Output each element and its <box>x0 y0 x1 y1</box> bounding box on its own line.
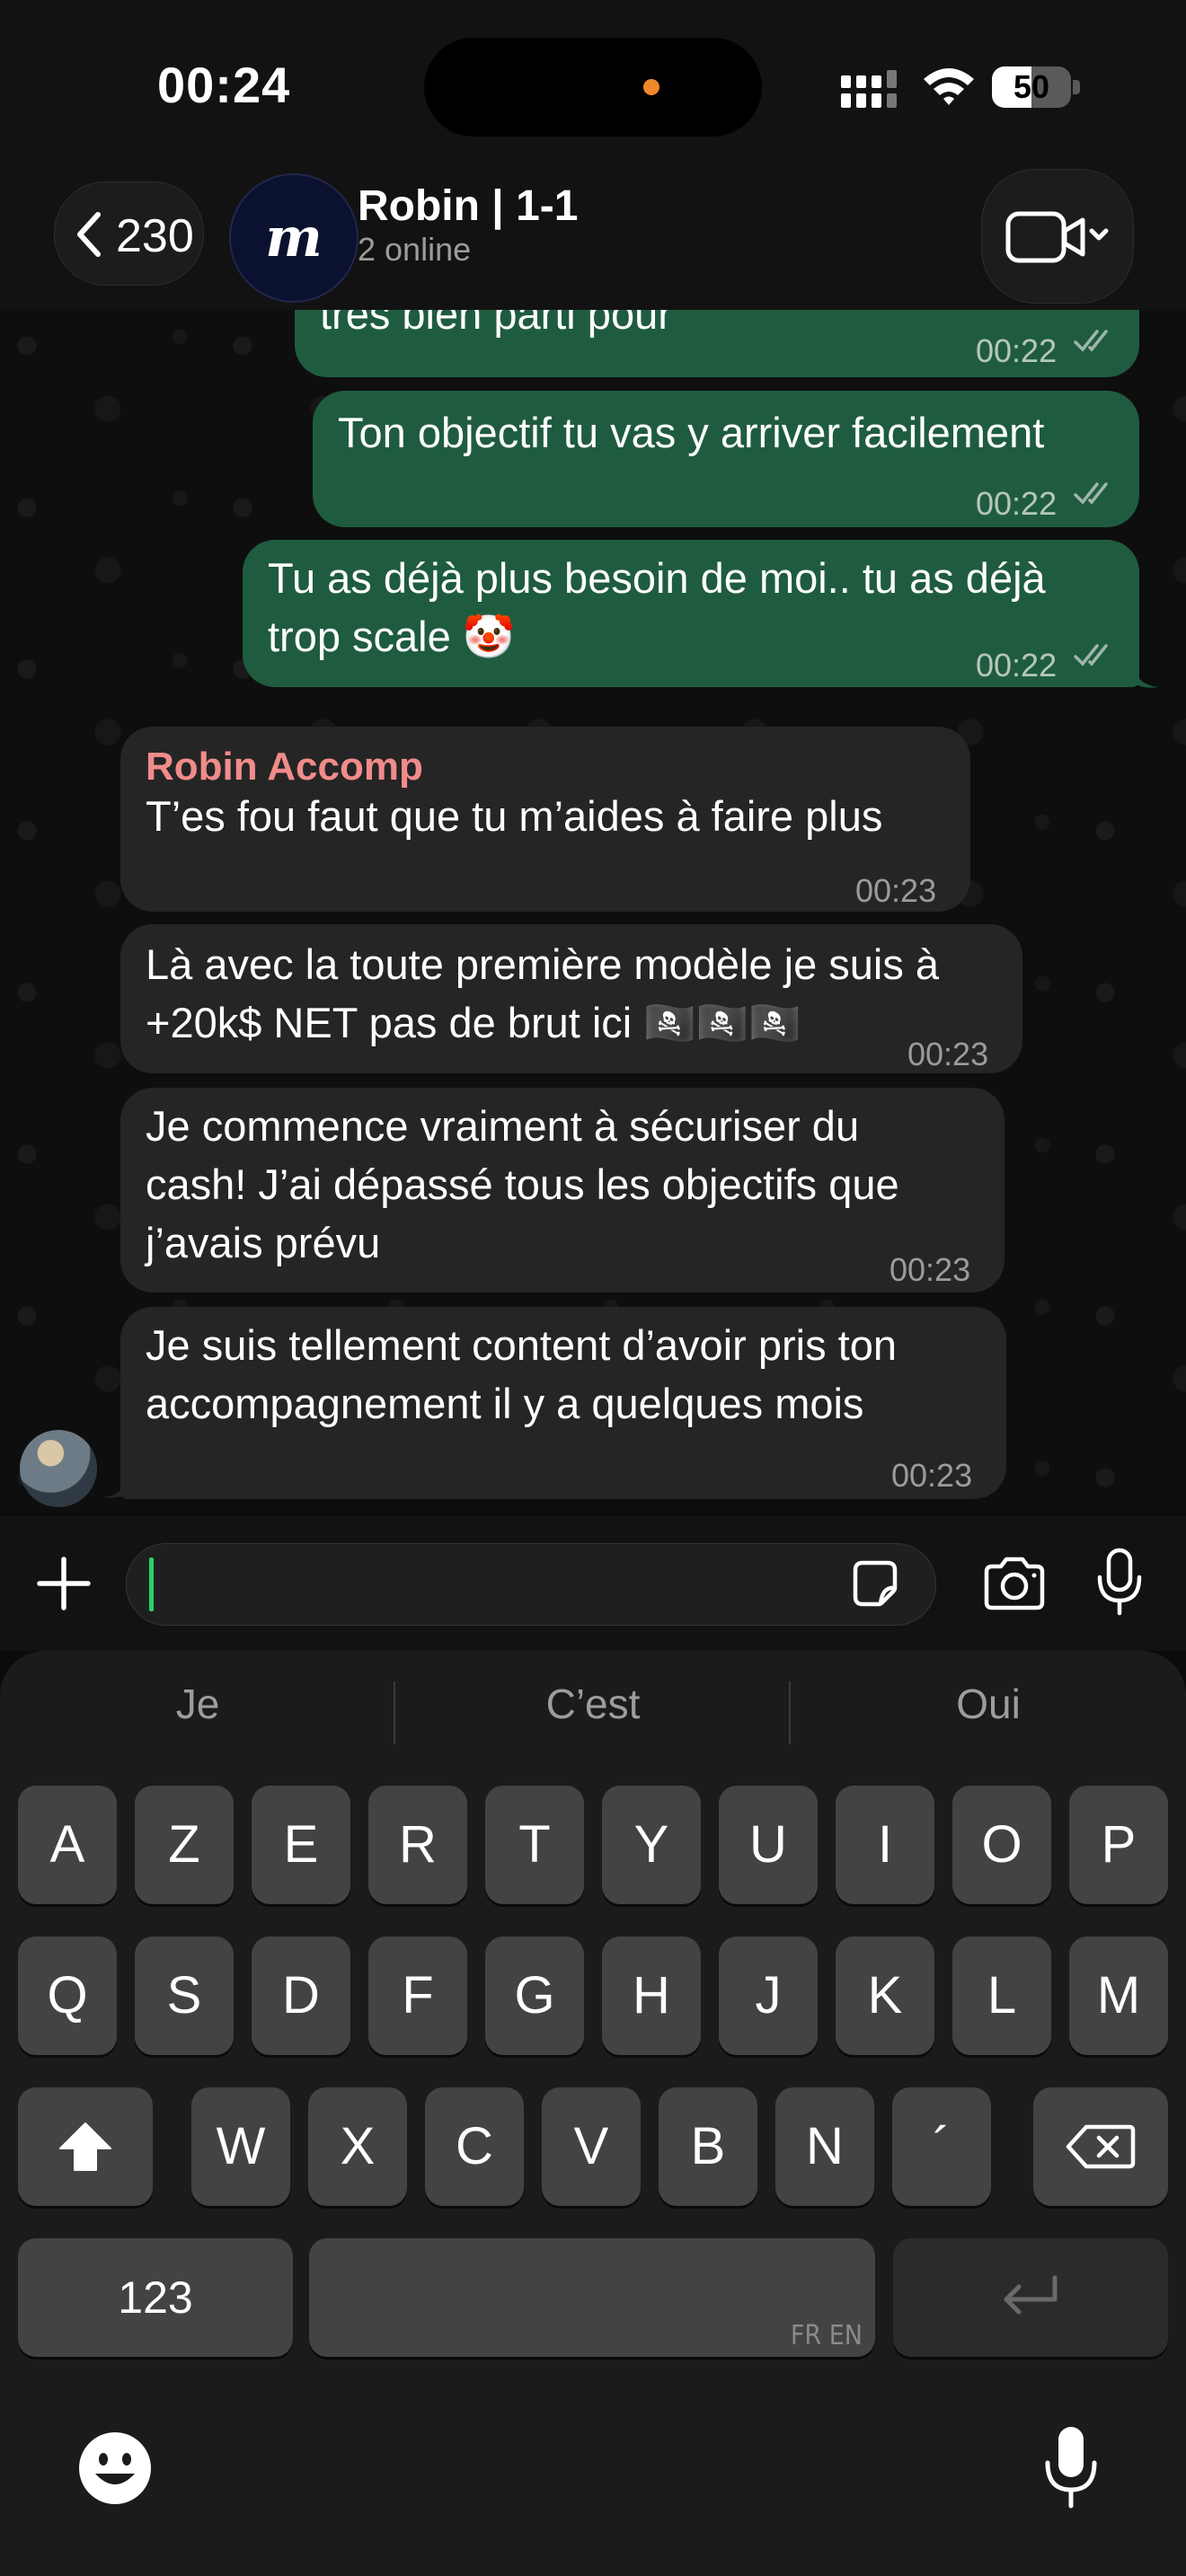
key-u[interactable]: U <box>719 1786 818 1904</box>
shift-key[interactable] <box>18 2087 153 2206</box>
numbers-key[interactable]: 123 <box>18 2238 293 2357</box>
battery-indicator: 50 <box>992 66 1071 108</box>
shift-icon <box>59 2122 111 2171</box>
message-time: 00:23 <box>907 1036 989 1072</box>
emoji-icon[interactable] <box>77 2430 153 2506</box>
message-text: Là avec la toute première modèle je suis… <box>146 940 940 1046</box>
message-text: Je commence vraiment à sécuriser du cash… <box>146 1102 899 1266</box>
key-x[interactable]: X <box>308 2087 407 2206</box>
message-time: 00:23 <box>891 1457 973 1494</box>
wifi-icon <box>924 68 974 105</box>
return-key[interactable] <box>893 2238 1168 2357</box>
chat-title[interactable]: Robin | 1-1 <box>358 181 578 231</box>
incoming-message[interactable]: Je suis tellement content d’avoir pris t… <box>120 1307 1006 1499</box>
key-z[interactable]: Z <box>135 1786 234 1904</box>
outgoing-message[interactable]: très bien parti pour 00:22 <box>295 310 1139 377</box>
key-t[interactable]: T <box>485 1786 584 1904</box>
key-accent[interactable]: ´ <box>892 2087 991 2206</box>
bubble-tail <box>102 1478 128 1498</box>
back-button[interactable]: 230 <box>54 181 204 286</box>
suggestion-3[interactable]: Oui <box>791 1680 1186 1728</box>
suggestion-1[interactable]: Je <box>0 1680 395 1728</box>
bubble-tail <box>1134 667 1159 688</box>
camera-in-use-indicator <box>643 79 659 95</box>
message-text: Je suis tellement content d’avoir pris t… <box>146 1321 897 1427</box>
read-receipt-icon <box>1074 644 1108 666</box>
key-i[interactable]: I <box>836 1786 934 1904</box>
key-c[interactable]: C <box>425 2087 524 2206</box>
outgoing-message[interactable]: Ton objectif tu vas y arriver facilement… <box>313 391 1139 527</box>
message-time: 00:22 <box>976 485 1058 522</box>
space-key[interactable]: FR EN <box>309 2238 875 2357</box>
sender-avatar[interactable] <box>20 1430 97 1507</box>
camera-icon[interactable] <box>981 1554 1048 1613</box>
message-text: très bien parti pour <box>320 310 672 338</box>
key-b[interactable]: B <box>659 2087 757 2206</box>
key-f[interactable]: F <box>368 1936 467 2055</box>
sticker-icon[interactable] <box>848 1557 902 1611</box>
keyboard-languages: FR EN <box>790 2320 863 2351</box>
key-m[interactable]: M <box>1069 1936 1168 2055</box>
suggestion-2[interactable]: C’est <box>395 1680 791 1728</box>
incoming-message[interactable]: Robin Accomp T’es fou faut que tu m’aide… <box>120 727 970 912</box>
key-y[interactable]: Y <box>602 1786 701 1904</box>
key-a[interactable]: A <box>18 1786 117 1904</box>
incoming-message[interactable]: Là avec la toute première modèle je suis… <box>120 924 1022 1073</box>
microphone-icon[interactable] <box>1094 1547 1145 1619</box>
key-e[interactable]: E <box>252 1786 350 1904</box>
key-d[interactable]: D <box>252 1936 350 2055</box>
text-cursor <box>149 1557 154 1611</box>
return-icon <box>1004 2275 1058 2315</box>
key-p[interactable]: P <box>1069 1786 1168 1904</box>
cellular-signal-icon <box>841 70 897 108</box>
outgoing-message[interactable]: Tu as déjà plus besoin de moi.. tu as dé… <box>243 540 1139 687</box>
unread-count: 230 <box>116 210 194 262</box>
read-receipt-icon <box>1074 482 1108 505</box>
message-text: Ton objectif tu vas y arriver facilement <box>338 409 1045 456</box>
key-o[interactable]: O <box>952 1786 1051 1904</box>
dictation-icon[interactable] <box>1042 2423 1100 2513</box>
key-l[interactable]: L <box>952 1936 1051 2055</box>
key-g[interactable]: G <box>485 1936 584 2055</box>
key-w[interactable]: W <box>191 2087 290 2206</box>
key-r[interactable]: R <box>368 1786 467 1904</box>
key-q[interactable]: Q <box>18 1936 117 2055</box>
plus-icon[interactable] <box>34 1554 93 1613</box>
battery-level-text: 50 <box>1013 68 1050 105</box>
message-time: 00:23 <box>855 872 937 909</box>
message-time: 00:23 <box>890 1251 971 1288</box>
key-j[interactable]: J <box>719 1936 818 2055</box>
chat-subtitle: 2 online <box>358 231 472 268</box>
video-call-button[interactable] <box>981 169 1134 304</box>
backspace-icon <box>1066 2124 1136 2169</box>
chevron-left-icon <box>77 212 101 257</box>
chat-messages-area[interactable]: très bien parti pour 00:22 Ton objectif … <box>0 310 1186 1513</box>
battery-tip <box>1073 80 1080 94</box>
message-input[interactable] <box>126 1543 936 1626</box>
message-time: 00:22 <box>976 332 1058 369</box>
key-n[interactable]: N <box>775 2087 874 2206</box>
key-k[interactable]: K <box>836 1936 934 2055</box>
message-text: Tu as déjà plus besoin de moi.. tu as dé… <box>268 554 1046 660</box>
dynamic-island <box>424 38 762 137</box>
status-time: 00:24 <box>157 57 291 113</box>
key-h[interactable]: H <box>602 1936 701 2055</box>
message-text: T’es fou faut que tu m’aides à faire plu… <box>146 792 883 840</box>
key-s[interactable]: S <box>135 1936 234 2055</box>
key-v[interactable]: V <box>542 2087 641 2206</box>
incoming-message[interactable]: Je commence vraiment à sécuriser du cash… <box>120 1088 1005 1292</box>
delete-key[interactable] <box>1033 2087 1168 2206</box>
message-time: 00:22 <box>976 647 1058 684</box>
video-camera-icon <box>1005 211 1109 263</box>
group-avatar[interactable]: m <box>229 173 358 303</box>
read-receipt-icon <box>1074 330 1108 352</box>
avatar-logo-letter: m <box>265 207 323 269</box>
